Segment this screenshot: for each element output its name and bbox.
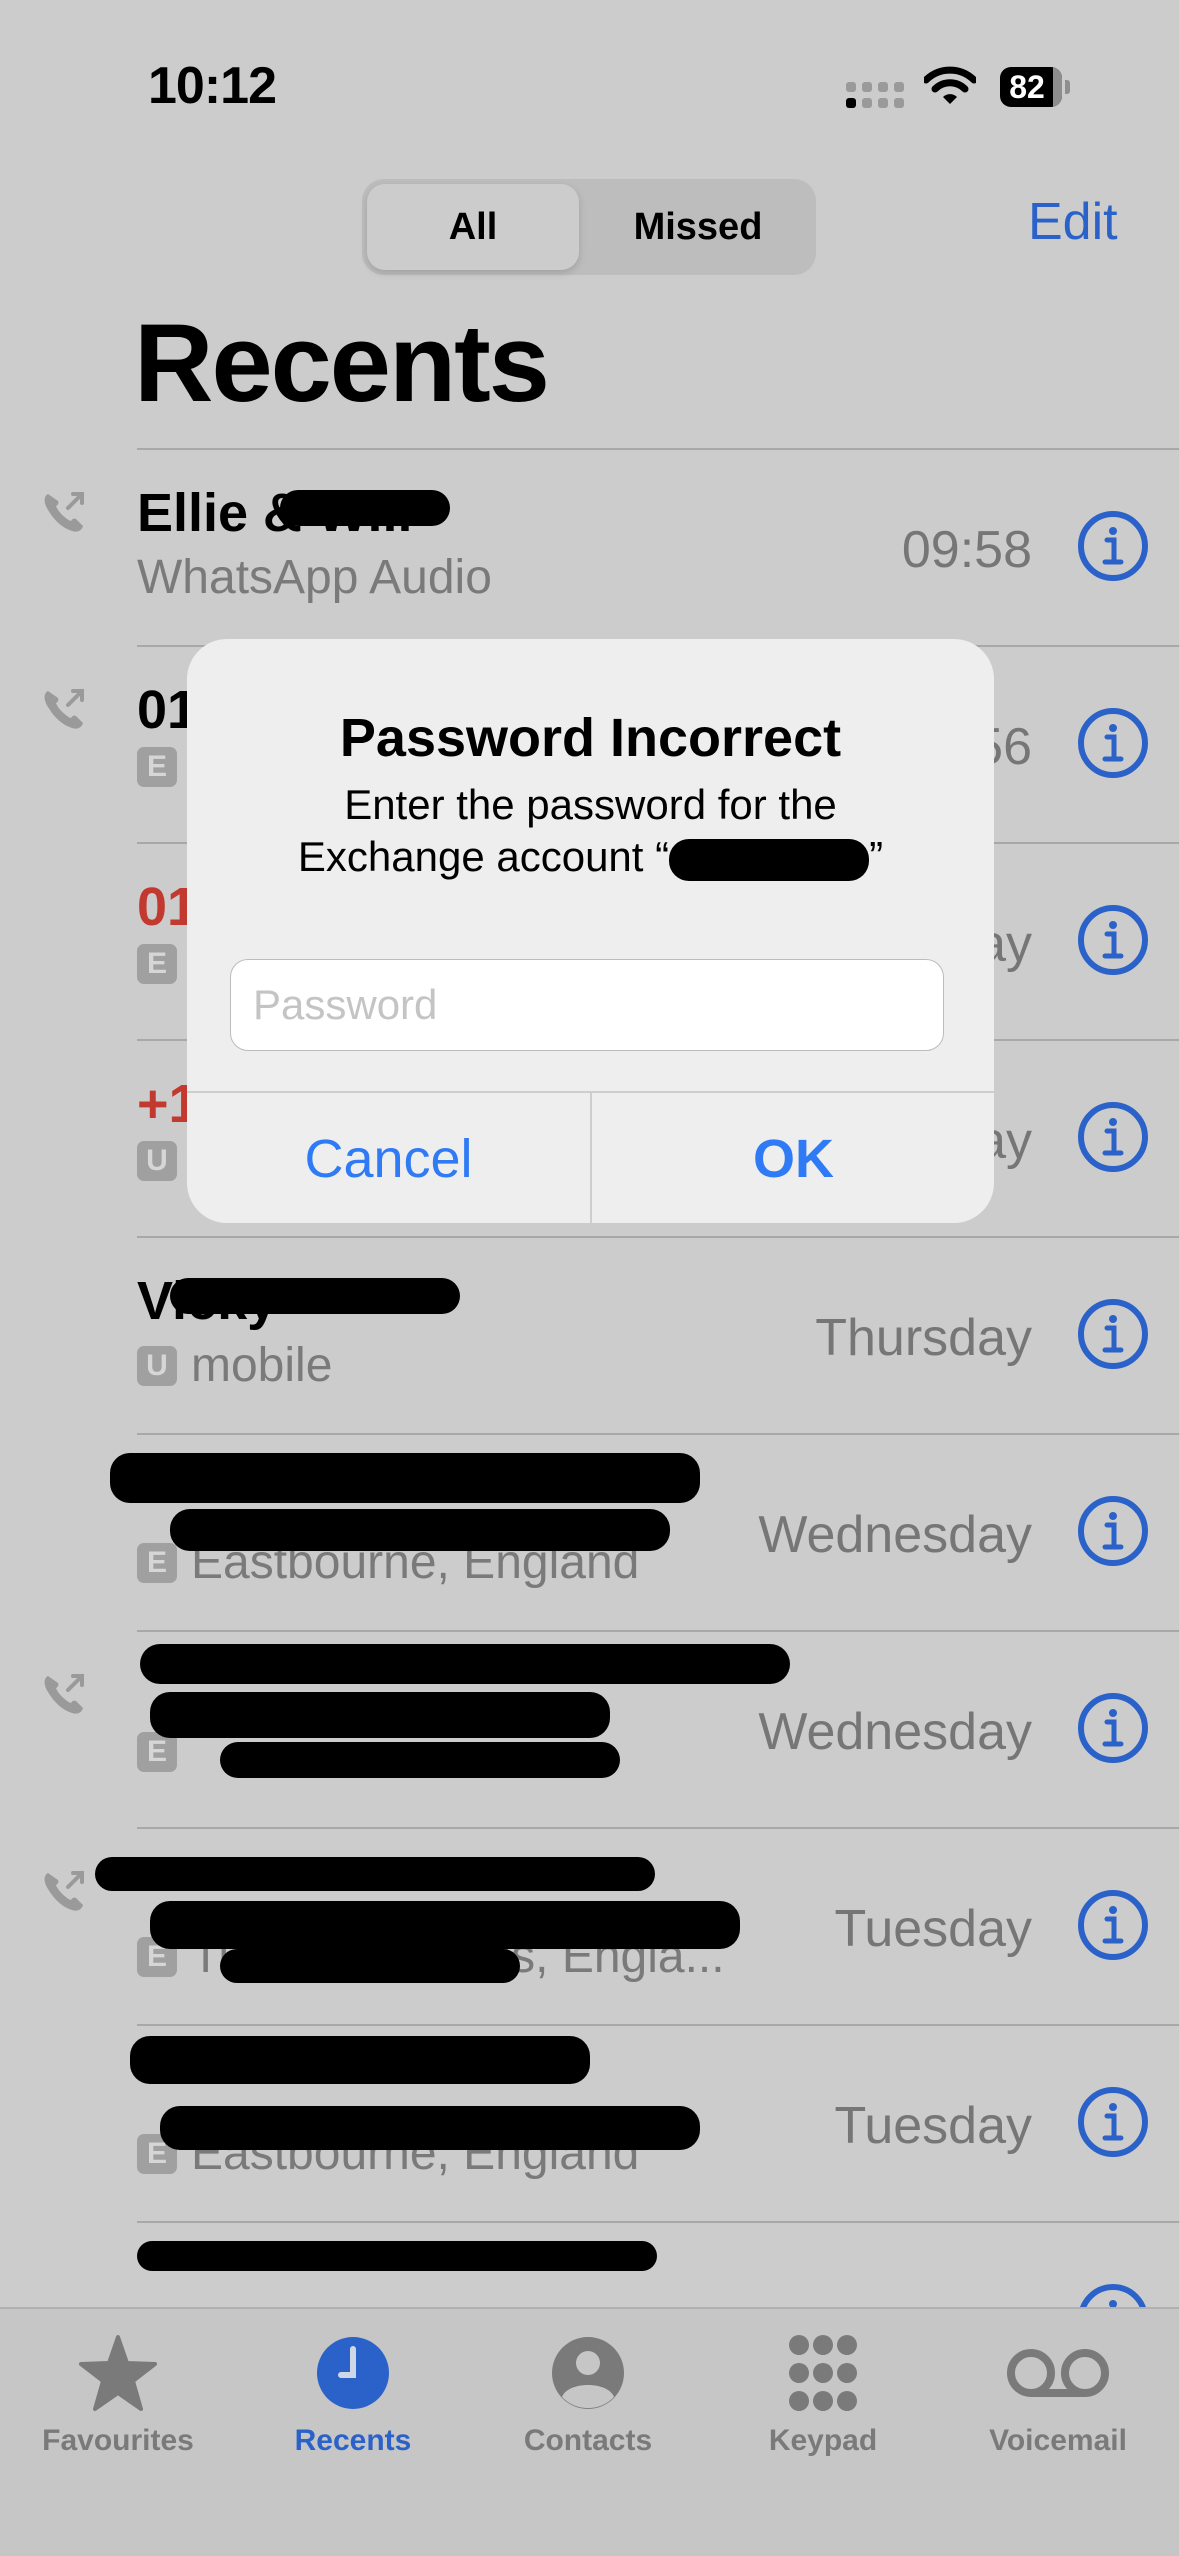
alert-message: Enter the password for the Exchange acco… [227,779,954,883]
battery-tip [1065,80,1070,94]
info-icon[interactable] [1077,2086,1149,2158]
cellular-signal-icon [846,82,904,108]
alert-message-suffix: ” [869,833,884,880]
redaction-scribble [137,2241,657,2271]
call-subtitle: E [137,1732,191,1772]
edit-button[interactable]: Edit [1028,192,1118,252]
outgoing-call-icon [40,1867,88,1915]
sim-badge: E [137,1732,177,1772]
call-row[interactable]: E Eastbourne, England Wednesday [0,1435,1179,1631]
redaction-scribble [130,2036,590,2084]
filter-segmented-control: All Missed [362,179,816,275]
segment-missed[interactable]: Missed [584,184,812,270]
redaction-scribble [220,1742,620,1778]
info-icon[interactable] [1077,1692,1149,1764]
call-time: Thursday [815,1309,1032,1367]
voicemail-icon [1007,2349,1109,2397]
keypad-icon [789,2335,857,2411]
cancel-button[interactable]: Cancel [187,1093,590,1223]
tab-favourites[interactable]: Favourites [0,2321,236,2458]
call-subtitle: E [137,747,191,787]
call-subtitle: Umobile [137,1338,332,1393]
page-title: Recents [134,302,550,425]
call-row[interactable]: E Wednesday [0,1632,1179,1828]
call-subtitle-text: WhatsApp Audio [137,551,492,604]
info-icon[interactable] [1077,1889,1149,1961]
tab-recents[interactable]: Recents [235,2321,471,2458]
tab-keypad[interactable]: Keypad [705,2321,941,2458]
redaction-scribble [95,1857,655,1891]
tab-label: Favourites [42,2424,194,2457]
tab-label: Voicemail [989,2424,1127,2457]
star-icon [79,2335,157,2411]
info-icon[interactable] [1077,707,1149,779]
redaction-scribble [170,1278,460,1314]
call-row[interactable]: VickyUmobileThursday [0,1238,1179,1434]
sim-badge: U [137,1345,177,1386]
call-subtitle-text: mobile [191,1339,333,1392]
clock-icon [317,2337,389,2409]
alert-message-prefix: Exchange account “ [297,833,670,880]
call-row[interactable]: E Eastbourne, England Tuesday [0,2026,1179,2222]
call-time: Tuesday [834,2097,1032,2155]
password-incorrect-alert: Password Incorrect Enter the password fo… [187,639,994,1223]
tab-label: Recents [294,2424,412,2457]
redaction-scribble [220,1949,520,1983]
call-row[interactable]: Ellie & Will WhatsApp Audio 09:58 [0,450,1179,646]
person-circle-icon [552,2337,624,2409]
call-time: Wednesday [758,1506,1032,1564]
outgoing-call-icon [40,685,88,733]
redaction-scribble [110,1453,700,1503]
redaction-scribble [170,1509,670,1551]
wifi-icon [924,66,976,104]
tab-voicemail[interactable]: Voicemail [940,2321,1176,2458]
password-input[interactable] [230,959,944,1051]
call-time: 09:58 [901,521,1032,579]
redaction-scribble [140,1644,790,1684]
call-subtitle: WhatsApp Audio [137,550,492,605]
tab-contacts[interactable]: Contacts [470,2321,706,2458]
redaction-scribble [150,1692,610,1738]
redaction-scribble [160,2106,700,2150]
battery-level: 82 [1009,69,1045,105]
tab-bar: Favourites Recents Contacts Keypad Voice… [0,2307,1179,2556]
sim-badge: E [137,1542,177,1583]
info-icon[interactable] [1077,1298,1149,1370]
outgoing-call-icon [40,1670,88,1718]
status-time: 10:12 [148,57,277,115]
call-subtitle: E [137,944,191,984]
call-time: Wednesday [758,1703,1032,1761]
alert-message-line2: Exchange account “ ” [227,831,954,883]
info-icon[interactable] [1077,904,1149,976]
ok-button[interactable]: OK [592,1093,994,1223]
redaction-scribble [150,1901,740,1949]
redaction-scribble [280,490,450,526]
segment-all[interactable]: All [367,184,579,270]
sim-badge: U [137,1141,177,1181]
info-icon[interactable] [1077,1495,1149,1567]
redacted-account-name [669,838,870,881]
alert-title: Password Incorrect [339,708,842,768]
battery-icon: 82 [1000,67,1062,107]
call-row[interactable]: ETunbridge Wells, Engla...Tuesday [0,1829,1179,2025]
info-icon[interactable] [1077,510,1149,582]
tab-label: Keypad [768,2424,878,2457]
outgoing-call-icon [40,488,88,536]
call-time: Tuesday [834,1900,1032,1958]
info-icon[interactable] [1077,1101,1149,1173]
sim-badge: E [137,747,177,787]
tab-label: Contacts [523,2424,653,2457]
sim-badge: E [137,944,177,984]
call-subtitle: U [137,1141,191,1181]
alert-message-line1: Enter the password for the [344,781,837,828]
